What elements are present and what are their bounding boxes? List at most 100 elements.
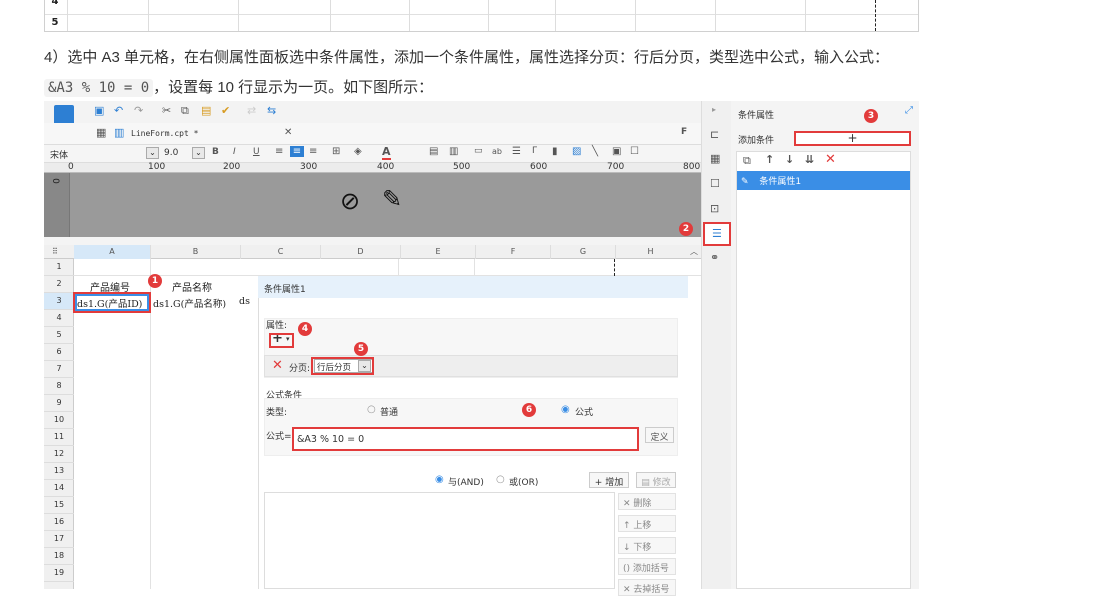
row-header[interactable]: 16: [44, 514, 74, 531]
remove-attribute-icon[interactable]: ✕: [272, 358, 283, 373]
font-dropdown-chevron-icon[interactable]: ⌄: [146, 147, 159, 159]
formula-icon[interactable]: Γ: [532, 146, 537, 156]
widget-attribute-icon[interactable]: ▦: [710, 152, 720, 165]
row-header[interactable]: 4: [44, 310, 74, 327]
unmerge-icon[interactable]: ▥: [449, 146, 458, 157]
close-tab-icon[interactable]: ✕: [284, 127, 292, 138]
move-down-icon[interactable]: ↓: [785, 153, 794, 166]
align-left-icon[interactable]: ≡: [275, 146, 283, 157]
column-header-e[interactable]: E: [400, 245, 475, 259]
delete-condition-icon[interactable]: ✕: [825, 152, 836, 167]
column-header-c[interactable]: C: [240, 245, 320, 259]
hyperlink-attribute-icon[interactable]: ⊡: [710, 202, 719, 215]
row-header[interactable]: 9: [44, 395, 74, 412]
column-header-h[interactable]: H: [615, 245, 685, 259]
radio-or[interactable]: ○: [496, 474, 505, 485]
row-header[interactable]: 12: [44, 446, 74, 463]
radio-and[interactable]: ◉: [435, 474, 444, 485]
border-icon[interactable]: ⊞: [332, 146, 340, 157]
column-header-a[interactable]: A: [74, 245, 150, 259]
copy-icon[interactable]: ⧉: [181, 104, 189, 118]
link-chain-icon[interactable]: ⚭: [710, 251, 719, 264]
refresh-icon[interactable]: ⇆: [267, 104, 276, 117]
row-header[interactable]: 1: [44, 259, 74, 276]
cell-b2[interactable]: 产品名称: [172, 279, 212, 294]
row-header[interactable]: 8: [44, 378, 74, 395]
save-icon[interactable]: ▣: [94, 104, 104, 117]
cell-attribute-icon[interactable]: ⊏: [710, 128, 719, 141]
row-header[interactable]: 19: [44, 565, 74, 582]
image-icon[interactable]: ▨: [572, 146, 581, 157]
modify-button[interactable]: ▤ 修改: [636, 472, 676, 488]
paste-icon[interactable]: ▤: [201, 104, 211, 117]
column-header-b[interactable]: B: [150, 245, 240, 259]
radio-formula[interactable]: ◉: [561, 404, 570, 415]
redo-icon[interactable]: ↷: [134, 104, 143, 117]
format-painter-icon[interactable]: ✔: [221, 104, 230, 117]
row-header[interactable]: 10: [44, 412, 74, 429]
add-bracket-button[interactable]: () 添加括号: [618, 558, 676, 575]
font-color-icon[interactable]: A: [382, 145, 391, 160]
insert-text-icon[interactable]: ▭: [474, 146, 483, 156]
row-header[interactable]: 17: [44, 531, 74, 548]
condition-list[interactable]: [264, 492, 615, 589]
move-up-icon[interactable]: ↑: [765, 153, 774, 166]
align-right-icon[interactable]: ≡: [309, 146, 317, 157]
merge-icon[interactable]: ▤: [429, 146, 438, 157]
font-size-select[interactable]: 9.0: [164, 148, 178, 158]
subreport-icon[interactable]: ▣: [612, 146, 621, 157]
formula-input[interactable]: &A3 % 10 = 0: [292, 427, 639, 451]
rich-text-icon[interactable]: ☰: [512, 146, 521, 157]
italic-icon[interactable]: I: [233, 147, 236, 157]
copy-condition-icon[interactable]: ⧉: [743, 154, 751, 168]
delete-button[interactable]: ✕ 删除: [618, 493, 676, 510]
undo-icon[interactable]: ↶: [114, 104, 123, 117]
move-up-button[interactable]: ↑ 上移: [618, 515, 676, 532]
fill-color-icon[interactable]: ◈: [354, 146, 362, 157]
font-select[interactable]: 宋体: [50, 148, 68, 161]
expand-icon[interactable]: ⤢: [905, 105, 913, 116]
add-condition-button[interactable]: +: [794, 131, 911, 146]
move-down-button[interactable]: ↓ 下移: [618, 537, 676, 554]
widget-icon[interactable]: ☐: [630, 146, 639, 157]
size-dropdown-chevron-icon[interactable]: ⌄: [192, 147, 205, 159]
hidden-eye-icon[interactable]: ⊘: [340, 187, 360, 215]
slash-icon[interactable]: ╲: [592, 146, 598, 157]
chart-icon[interactable]: ▮: [552, 146, 558, 157]
corner-icon[interactable]: ⠿: [52, 247, 58, 256]
collapse-arrow-icon[interactable]: ▸: [712, 105, 716, 114]
underline-icon[interactable]: U: [253, 147, 260, 157]
radio-normal[interactable]: ○: [367, 404, 376, 415]
filter-icon[interactable]: F: [681, 127, 687, 137]
bold-icon[interactable]: B: [212, 147, 219, 157]
cell-c3[interactable]: ds: [239, 296, 250, 307]
row-header[interactable]: 18: [44, 548, 74, 565]
cell-element-icon[interactable]: ☐: [710, 177, 720, 190]
row-header[interactable]: 11: [44, 429, 74, 446]
row-header[interactable]: 7: [44, 361, 74, 378]
link-icon[interactable]: ⇄: [247, 104, 256, 117]
pencil-edit-icon[interactable]: ✎: [382, 185, 402, 213]
condition-attribute-tab[interactable]: ☰: [703, 222, 731, 246]
scroll-up-icon[interactable]: ︿: [690, 246, 698, 257]
row-header[interactable]: 2: [44, 276, 74, 293]
condition-item-selected[interactable]: ✎ 条件属性1: [737, 171, 910, 190]
row-header[interactable]: 6: [44, 344, 74, 361]
column-header-d[interactable]: D: [320, 245, 400, 259]
cut-icon[interactable]: ✂: [162, 104, 171, 117]
cell-b3[interactable]: ds1.G(产品名称): [153, 296, 226, 310]
row-header[interactable]: 14: [44, 480, 74, 497]
remove-bracket-button[interactable]: ✕ 去掉括号: [618, 579, 676, 596]
define-button[interactable]: 定义: [645, 427, 674, 443]
row-header[interactable]: 13: [44, 463, 74, 480]
row-header[interactable]: 15: [44, 497, 74, 514]
tab-filename[interactable]: LineForm.cpt *: [131, 129, 198, 138]
column-header-f[interactable]: F: [475, 245, 550, 259]
row-header[interactable]: 5: [44, 327, 74, 344]
column-header-g[interactable]: G: [550, 245, 615, 259]
row-header[interactable]: 3: [44, 293, 74, 310]
sort-icon[interactable]: ⇊: [805, 153, 814, 166]
add-button[interactable]: + 增加: [589, 472, 629, 488]
insert-ab-icon[interactable]: ab: [492, 147, 502, 156]
align-center-icon[interactable]: ≡: [290, 146, 304, 157]
